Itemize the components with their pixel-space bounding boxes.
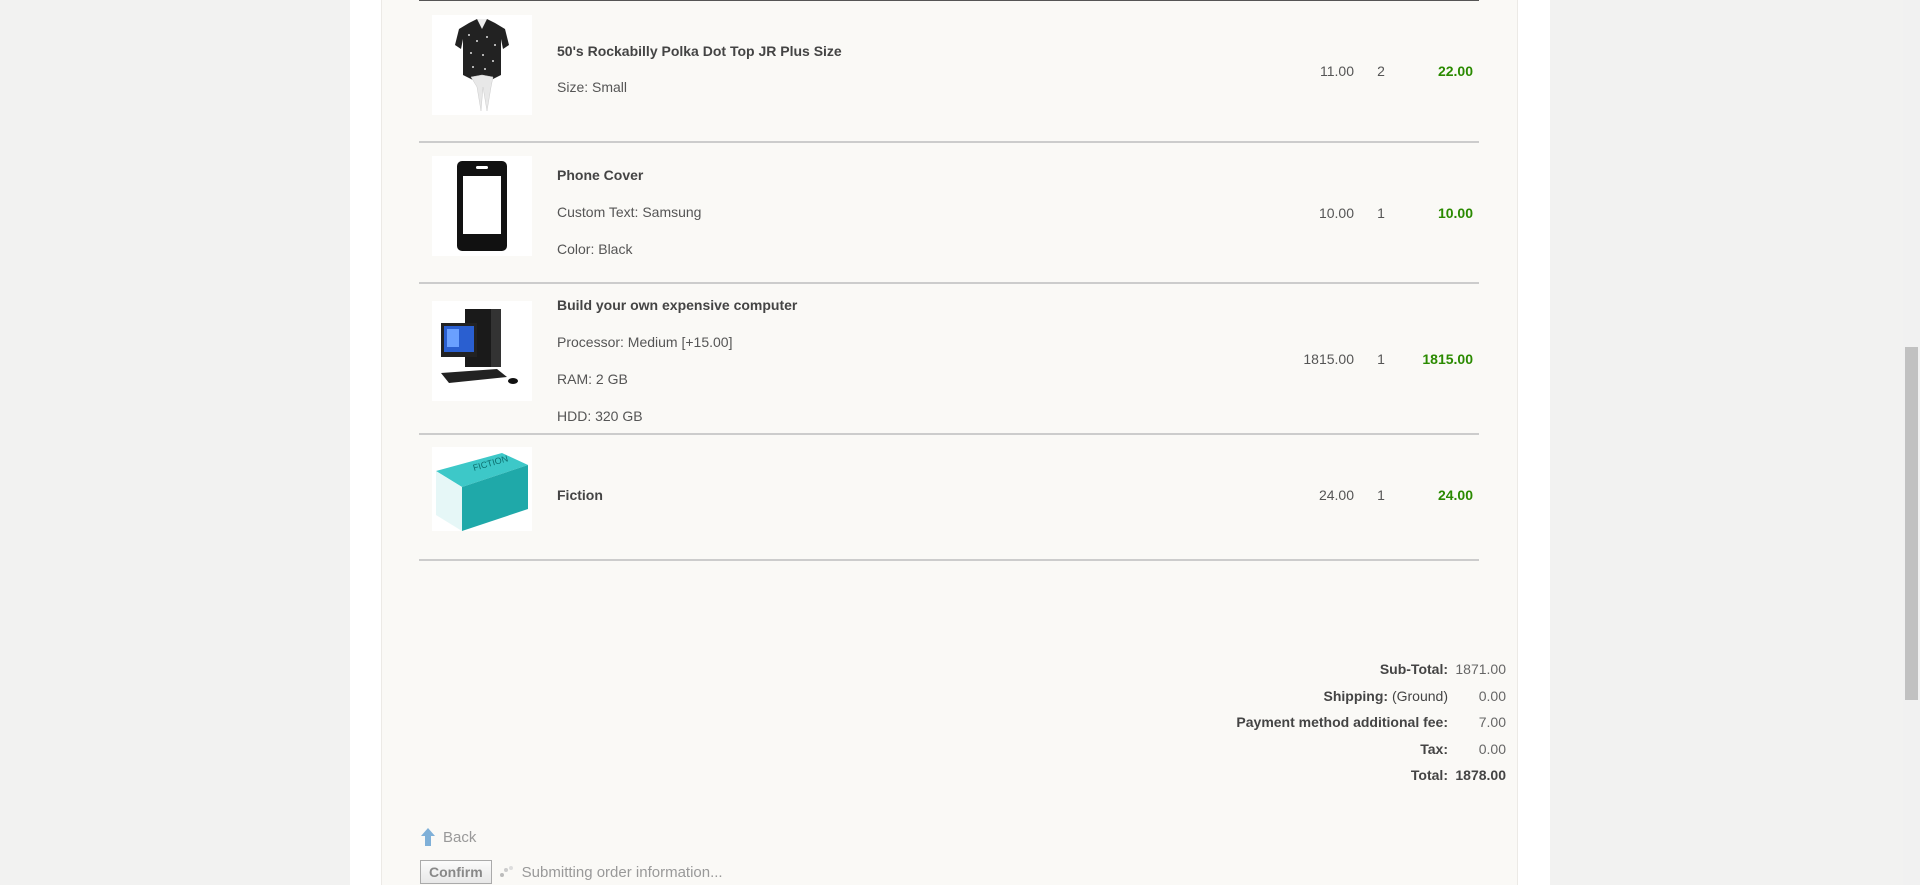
quantity: 2 (1377, 63, 1385, 79)
product-attribute-processor: Processor: Medium [+15.00] (557, 334, 733, 350)
tax-value: 0.00 (1478, 740, 1506, 757)
submitting-status: Submitting order information... (498, 864, 723, 881)
unit-price: 1815.00 (1303, 351, 1354, 367)
unit-price: 24.00 (1318, 487, 1354, 503)
table-row: Phone Cover Custom Text: Samsung Color: … (419, 143, 1479, 284)
shipping-method: (Ground) (1391, 687, 1448, 704)
tax-label: Tax: (1420, 740, 1448, 757)
total-row: Total: 1878.00 (1230, 762, 1506, 789)
table-row: FICTION Fiction 24.00 1 24.00 (419, 435, 1479, 561)
product-attribute-size: Size: Small (557, 79, 628, 95)
back-label: Back (443, 828, 477, 846)
payment-fee-label: Payment method additional fee: (1236, 714, 1448, 731)
table-row: 50's Rockabilly Polka Dot Top JR Plus Si… (419, 1, 1479, 143)
shipping-row: Shipping: (Ground) 0.00 (1230, 683, 1506, 710)
payment-fee-value: 7.00 (1478, 714, 1506, 731)
line-total: 22.00 (1437, 63, 1473, 79)
line-total: 1815.00 (1422, 351, 1473, 367)
scrollbar-thumb[interactable] (1905, 347, 1918, 700)
shipping-value: 0.00 (1478, 687, 1506, 704)
unit-price: 10.00 (1318, 205, 1354, 221)
back-link[interactable]: Back (421, 828, 476, 846)
table-row: Build your own expensive computer Proces… (419, 284, 1479, 435)
cart-table: 50's Rockabilly Polka Dot Top JR Plus Si… (419, 0, 1479, 561)
quantity: 1 (1377, 351, 1385, 367)
phone-cover-image[interactable] (432, 156, 532, 256)
payment-fee-row: Payment method additional fee: 7.00 (1230, 709, 1506, 736)
unit-price: 11.00 (1320, 63, 1354, 79)
up-arrow-icon (421, 828, 435, 846)
vertical-scrollbar[interactable] (1903, 0, 1920, 885)
product-attribute-ram: RAM: 2 GB (557, 371, 628, 387)
product-attribute-color: Color: Black (557, 241, 633, 257)
quantity: 1 (1377, 205, 1385, 221)
submitting-text: Submitting order information... (521, 863, 723, 881)
quantity: 1 (1377, 487, 1385, 503)
line-total: 10.00 (1437, 205, 1473, 221)
computer-image[interactable] (432, 301, 532, 401)
total-value: 1878.00 (1455, 767, 1506, 784)
loading-spinner-icon (499, 866, 513, 877)
subtotal-row: Sub-Total: 1871.00 (1230, 656, 1506, 683)
confirm-button[interactable]: Confirm (420, 860, 492, 884)
product-name[interactable]: Phone Cover (557, 167, 701, 183)
product-name[interactable]: 50's Rockabilly Polka Dot Top JR Plus Si… (557, 43, 842, 59)
product-attribute-hdd: HDD: 320 GB (557, 408, 643, 424)
total-label: Total: (1410, 767, 1448, 784)
polka-dot-top-image[interactable] (432, 15, 532, 115)
subtotal-value: 1871.00 (1455, 661, 1506, 678)
product-attribute-custom-text: Custom Text: Samsung (557, 204, 702, 220)
order-totals: Sub-Total: 1871.00 Shipping: (Ground) 0.… (1230, 656, 1506, 789)
tax-row: Tax: 0.00 (1230, 736, 1506, 763)
subtotal-label: Sub-Total: (1379, 661, 1448, 678)
line-total: 24.00 (1437, 487, 1473, 503)
product-name[interactable]: Build your own expensive computer (557, 297, 797, 313)
product-name[interactable]: Fiction (557, 487, 603, 503)
shipping-label: Shipping: (1323, 687, 1389, 704)
fiction-book-image[interactable]: FICTION (432, 447, 532, 531)
confirm-area: Confirm Submitting order information... (420, 860, 723, 884)
